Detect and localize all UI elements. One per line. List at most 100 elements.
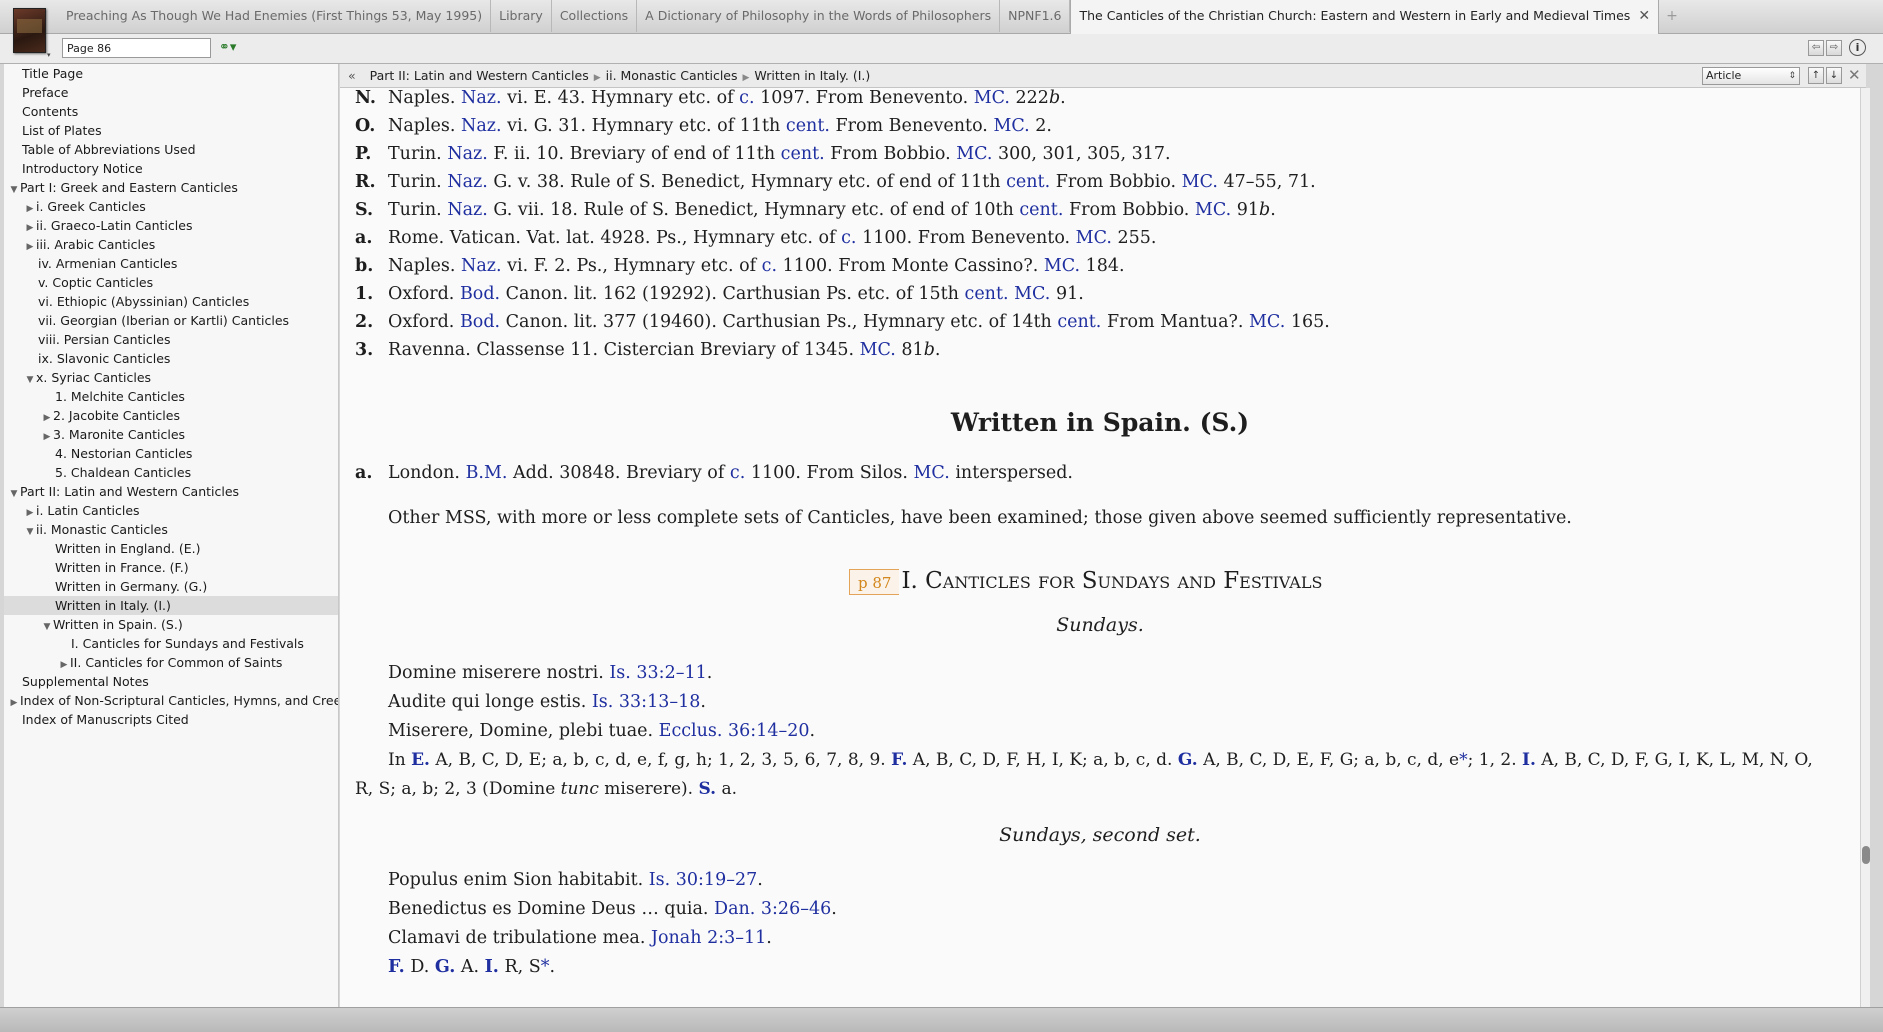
- scripture-link[interactable]: Dan. 3:26–46: [714, 899, 831, 919]
- collapse-sidebar-icon[interactable]: «: [348, 68, 356, 83]
- forward-button[interactable]: ⇨: [1826, 40, 1842, 56]
- scripture-link[interactable]: Is. 30:19–27: [649, 870, 757, 890]
- tab-dictionary-philosophy[interactable]: A Dictionary of Philosophy in the Words …: [637, 0, 1001, 32]
- abbrev-link[interactable]: c.: [730, 463, 745, 483]
- vertical-scrollbar[interactable]: [1860, 88, 1870, 1007]
- toc-item[interactable]: Introductory Notice: [22, 159, 143, 178]
- abbrev-link[interactable]: Naz.: [461, 256, 502, 276]
- toc-item[interactable]: ▶ ii. Graeco-Latin Canticles: [24, 216, 193, 235]
- breadcrumb-item[interactable]: Written in Italy. (I.): [754, 68, 870, 83]
- toc-item[interactable]: ix. Slavonic Canticles: [38, 349, 170, 368]
- toc-item[interactable]: v. Coptic Canticles: [38, 273, 153, 292]
- ms-link[interactable]: I.: [485, 957, 499, 977]
- tab-npnf[interactable]: NPNF1.6: [1000, 0, 1071, 32]
- back-button[interactable]: ⇦: [1808, 40, 1824, 56]
- abbrev-link[interactable]: Naz.: [447, 200, 488, 220]
- toc-item[interactable]: vi. Ethiopic (Abyssinian) Canticles: [38, 292, 249, 311]
- abbrev-link[interactable]: MC.: [1076, 228, 1112, 248]
- abbrev-link[interactable]: MC.: [1195, 200, 1231, 220]
- toc-item[interactable]: 1. Melchite Canticles: [55, 387, 185, 406]
- toc-item[interactable]: ▼ Part I: Greek and Eastern Canticles: [8, 178, 238, 197]
- scripture-link[interactable]: Ecclus. 36:14–20: [659, 721, 810, 741]
- abbrev-link[interactable]: c.: [739, 88, 754, 108]
- sync-icon[interactable]: ⚭▾: [219, 40, 247, 58]
- abbrev-link[interactable]: cent.: [965, 284, 1009, 304]
- toc-item[interactable]: ▶ i. Latin Canticles: [24, 501, 140, 520]
- ms-link[interactable]: G.: [1178, 750, 1198, 770]
- toc-item[interactable]: ▶ Index of Non-Scriptural Canticles, Hymn…: [8, 691, 338, 713]
- ms-link[interactable]: F.: [388, 957, 405, 977]
- abbrev-link[interactable]: cent.: [1006, 172, 1050, 192]
- collapsed-triangle-icon[interactable]: ▶: [8, 694, 20, 713]
- toc-item[interactable]: List of Plates: [22, 121, 102, 140]
- scripture-link[interactable]: Is. 33:13–18: [592, 692, 700, 712]
- toc-item[interactable]: ▶ 3. Maronite Canticles: [41, 425, 186, 447]
- tab-library[interactable]: Library: [491, 0, 552, 32]
- toc-item[interactable]: ▶ iii. Arabic Canticles: [24, 235, 156, 257]
- abbrev-link[interactable]: Naz.: [447, 172, 488, 192]
- ms-link[interactable]: F.: [891, 750, 907, 770]
- collapsed-triangle-icon[interactable]: ▶: [24, 238, 36, 257]
- tab-preaching[interactable]: Preaching As Though We Had Enemies (Firs…: [58, 0, 492, 32]
- toc-item[interactable]: ▼ x. Syriac Canticles: [24, 368, 152, 390]
- abbrev-link[interactable]: MC.: [974, 88, 1010, 108]
- collapsed-triangle-icon[interactable]: ▶: [41, 428, 53, 447]
- abbrev-link[interactable]: MC.: [860, 340, 896, 360]
- toc-item[interactable]: ▶ 2. Jacobite Canticles: [41, 406, 180, 425]
- previous-section-button[interactable]: ↑: [1808, 67, 1824, 84]
- breadcrumb-item[interactable]: Part II: Latin and Western Canticles: [370, 68, 589, 83]
- abbrev-link[interactable]: B.M.: [466, 463, 508, 483]
- abbrev-link[interactable]: Bod.: [460, 312, 500, 332]
- next-section-button[interactable]: ↓: [1826, 67, 1842, 84]
- breadcrumb-item[interactable]: ii. Monastic Canticles: [606, 68, 738, 83]
- toc-item[interactable]: iv. Armenian Canticles: [38, 254, 177, 273]
- ms-link[interactable]: G.: [435, 957, 455, 977]
- new-tab-button[interactable]: +: [1659, 0, 1685, 34]
- abbrev-link[interactable]: MC.: [914, 463, 950, 483]
- abbrev-link[interactable]: MC.: [1044, 256, 1080, 276]
- scrollbar-thumb[interactable]: [1862, 846, 1870, 864]
- toc-item[interactable]: ▼ Part II: Latin and Western Canticles: [8, 482, 240, 501]
- toc-item[interactable]: Written in England. (E.): [55, 539, 200, 558]
- tab-canticles[interactable]: The Canticles of the Christian Church: E…: [1070, 0, 1660, 34]
- abbrev-link[interactable]: cent.: [1019, 200, 1063, 220]
- expanded-triangle-icon[interactable]: ▼: [8, 181, 20, 200]
- toc-item[interactable]: Written in Germany. (G.): [55, 577, 207, 596]
- book-cover-icon[interactable]: ▾: [13, 8, 51, 59]
- abbrev-link[interactable]: Naz.: [461, 88, 502, 108]
- abbrev-link[interactable]: MC.: [1182, 172, 1218, 192]
- toc-item[interactable]: 4. Nestorian Canticles: [55, 444, 192, 463]
- ms-link[interactable]: E.: [411, 750, 430, 770]
- toc-item[interactable]: Preface: [22, 83, 69, 102]
- scripture-link[interactable]: Jonah 2:3–11: [651, 928, 766, 948]
- expanded-triangle-icon[interactable]: ▼: [24, 371, 36, 390]
- toc-item-selected[interactable]: Written in Italy. (I.): [4, 596, 338, 615]
- expanded-triangle-icon[interactable]: ▼: [41, 618, 53, 637]
- abbrev-link[interactable]: Naz.: [447, 144, 488, 164]
- abbrev-link[interactable]: Bod.: [460, 284, 500, 304]
- info-icon[interactable]: i: [1849, 39, 1866, 56]
- toc-item[interactable]: ▶ i. Greek Canticles: [24, 197, 146, 216]
- toc-item[interactable]: vii. Georgian (Iberian or Kartli) Cantic…: [38, 311, 289, 330]
- footnote-link[interactable]: *: [1459, 750, 1468, 770]
- abbrev-link[interactable]: cent.: [1057, 312, 1101, 332]
- expanded-triangle-icon[interactable]: ▼: [24, 523, 36, 542]
- abbrev-link[interactable]: MC.: [1249, 312, 1285, 332]
- ms-link[interactable]: I.: [1522, 750, 1536, 770]
- toc-item[interactable]: Supplemental Notes: [22, 672, 149, 691]
- close-icon[interactable]: ✕: [1638, 8, 1650, 24]
- toc-item[interactable]: ▶ II. Canticles for Common of Saints: [58, 653, 283, 672]
- toc-item[interactable]: Index of Manuscripts Cited: [22, 710, 189, 729]
- abbrev-link[interactable]: MC.: [1014, 284, 1050, 304]
- toc-item[interactable]: ▼ Written in Spain. (S.): [41, 615, 183, 634]
- close-icon[interactable]: ✕: [1848, 66, 1861, 84]
- abbrev-link[interactable]: Naz.: [461, 116, 502, 136]
- footnote-link[interactable]: *: [541, 957, 550, 977]
- toc-item[interactable]: viii. Persian Canticles: [38, 330, 170, 349]
- abbrev-link[interactable]: MC.: [956, 144, 992, 164]
- toc-item[interactable]: Written in France. (F.): [55, 558, 189, 577]
- toc-item[interactable]: ▼ ii. Monastic Canticles: [24, 520, 168, 539]
- page-input[interactable]: [62, 38, 211, 58]
- scripture-link[interactable]: Is. 33:2–11: [609, 663, 706, 683]
- tab-collections[interactable]: Collections: [552, 0, 638, 32]
